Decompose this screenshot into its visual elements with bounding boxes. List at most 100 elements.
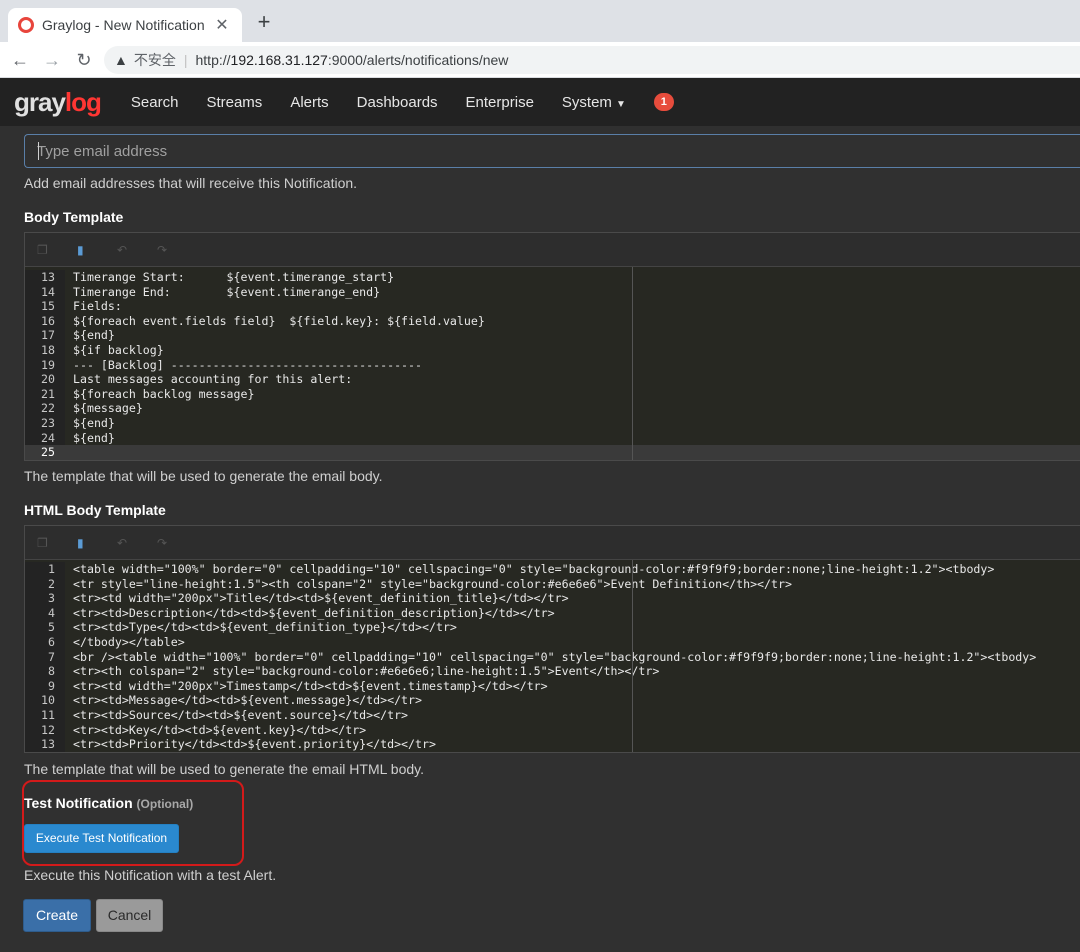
html-editor-toolbar: ❐ ▮ ↶ ↷ [25,526,1080,560]
graylog-favicon-icon [18,17,34,33]
code-text: <tr><td>Priority</td><td>${event.priorit… [73,737,436,752]
body-code-area[interactable]: 13 Timerange Start: ${event.timerange_sta… [25,267,1080,460]
line-number: 19 [25,357,65,373]
code-line: 10 <tr><td>Message</td><td>${event.messag… [25,693,1080,708]
code-text: ${end} [73,430,115,445]
code-text: <tr><td>Message</td><td>${event.message}… [73,693,423,708]
code-text: ${foreach event.fields field} ${field.ke… [73,313,485,328]
url-separator: | [183,52,188,68]
line-number: 22 [25,401,65,416]
code-line: 11 <tr><td>Source</td><td>${event.source}… [25,707,1080,723]
url-host: 192.168.31.127 [230,52,328,68]
code-line: 15 Fields: [25,299,1080,314]
warning-icon: ▲ [114,52,128,68]
line-number: 13 [25,270,65,285]
url-text: http://192.168.31.127:9000/alerts/notifi… [196,52,509,68]
code-line: 24 ${end} [25,430,1080,446]
html-body-template-label: HTML Body Template [24,502,166,518]
code-text: <tr><td width="200px">Title</td><td>${ev… [73,591,569,606]
code-line: 17 ${end} [25,328,1080,343]
close-tab-icon[interactable]: ✕ [212,15,232,35]
forward-arrow-icon[interactable]: → [40,48,64,72]
code-text: <tr><th colspan="2" style="background-co… [73,664,660,679]
code-line: 2 <tr style="line-height:1.5"><th colspan… [25,576,1080,592]
paste-icon[interactable]: ▮ [77,536,89,550]
create-button[interactable]: Create [23,899,91,932]
line-number: 21 [25,386,65,402]
code-line: 13 Timerange Start: ${event.timerange_sta… [25,270,1080,285]
body-editor-toolbar: ❐ ▮ ↶ ↷ [25,233,1080,267]
code-line: 3 <tr><td width="200px">Title</td><td>${e… [25,591,1080,606]
code-text: ${end} [73,415,115,430]
code-line: 1 <table width="100%" border="0" cellpadd… [25,562,1080,577]
code-line: 12 <tr><td>Key</td><td>${event.key}</td><… [25,722,1080,738]
code-line: 8 <tr><th colspan="2" style="background-c… [25,664,1080,679]
undo-icon[interactable]: ↶ [117,243,129,257]
browser-tabstrip: Graylog - New Notification ✕ + [0,0,1080,42]
text-cursor [38,142,39,160]
tab-title: Graylog - New Notification [42,17,205,33]
line-number: 13 [25,737,65,752]
redo-icon[interactable]: ↷ [157,536,169,550]
nav-enterprise[interactable]: Enterprise [452,94,548,111]
line-number: 14 [25,284,65,300]
code-text: Fields: [73,299,122,314]
code-text: ${foreach backlog message} [73,386,255,401]
copy-icon[interactable]: ❐ [37,243,49,257]
browser-toolbar: ← → ↻ ▲ 不安全 | http://192.168.31.127:9000… [0,42,1080,78]
code-text: <br /><table width="100%" border="0" cel… [73,649,1037,664]
line-number: 8 [25,664,65,679]
new-tab-button[interactable]: + [252,10,276,34]
redo-icon[interactable]: ↷ [157,243,169,257]
code-line: 21 ${foreach backlog message} [25,386,1080,402]
code-line: 22 ${message} [25,401,1080,416]
logo-text-log: log [64,86,102,117]
code-line: 23 ${end} [25,415,1080,431]
browser-tab[interactable]: Graylog - New Notification ✕ [8,8,242,42]
url-prefix: http:// [195,52,231,68]
back-arrow-icon[interactable]: ← [8,48,32,72]
code-text: Timerange Start: ${event.timerange_start… [73,270,395,284]
line-number: 20 [25,372,65,387]
code-text: ${message} [73,401,143,416]
line-number: 11 [25,707,65,723]
body-template-label: Body Template [24,209,124,225]
line-number: 5 [25,620,65,635]
line-number: 12 [25,722,65,738]
code-text: ${end} [73,328,115,343]
code-text: Last messages accounting for this alert: [73,372,353,387]
line-number: 7 [25,649,65,665]
line-number: 16 [25,313,65,329]
reload-icon[interactable]: ↻ [72,48,96,72]
notification-badge[interactable]: 1 [653,93,674,111]
copy-icon[interactable]: ❐ [37,536,49,550]
line-number: 3 [25,591,65,606]
nav-alerts[interactable]: Alerts [276,94,342,111]
line-number: 25 [25,445,65,460]
code-line: 5 <tr><td>Type</td><td>${event_definition… [25,620,1080,635]
caret-down-icon: ▼ [615,98,626,110]
address-bar[interactable]: ▲ 不安全 | http://192.168.31.127:9000/alert… [104,46,1080,74]
line-number: 1 [25,562,65,577]
html-code-area[interactable]: 1 <table width="100%" border="0" cellpadd… [25,560,1080,752]
undo-icon[interactable]: ↶ [117,536,129,550]
email-field-wrapper [24,134,1080,168]
nav-search[interactable]: Search [117,94,193,111]
line-number: 17 [25,328,65,343]
line-number: 9 [25,678,65,694]
cancel-button[interactable]: Cancel [96,899,163,932]
email-input[interactable] [25,135,1080,167]
nav-streams[interactable]: Streams [192,94,276,111]
html-body-template-editor[interactable]: ❐ ▮ ↶ ↷ 1 <table width="100%" border="0" … [24,525,1080,753]
code-text: ${if backlog} [73,342,164,357]
graylog-logo[interactable]: graylog [14,86,102,118]
code-text: </tbody></table> [73,634,185,649]
nav-system[interactable]: System ▼ [548,94,640,111]
body-template-editor[interactable]: ❐ ▮ ↶ ↷ 13 Timerange Start: ${event.timer… [24,232,1080,461]
code-line: 18 ${if backlog} [25,342,1080,358]
code-text: <tr><td>Description</td><td>${event_defi… [73,605,555,620]
nav-dashboards[interactable]: Dashboards [343,94,452,111]
paste-icon[interactable]: ▮ [77,243,89,257]
print-margin-line [632,267,633,460]
